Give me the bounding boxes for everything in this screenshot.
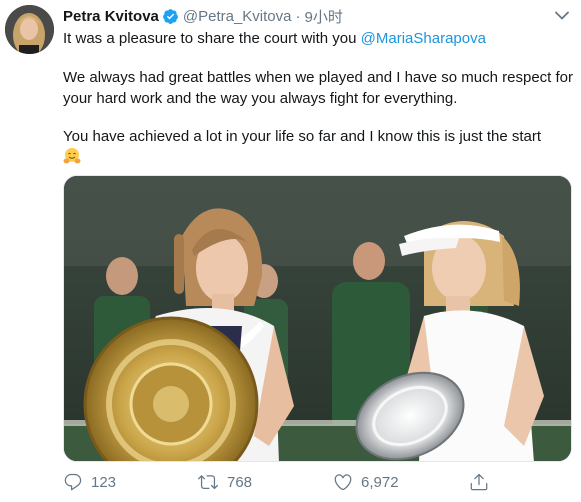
reply-button[interactable]: 123 xyxy=(63,470,116,494)
share-icon xyxy=(470,473,488,491)
reply-count: 123 xyxy=(91,473,117,491)
share-button[interactable] xyxy=(469,470,489,494)
verified-badge-icon xyxy=(162,8,179,25)
like-count: 6,972 xyxy=(361,473,399,491)
separator-dot: · xyxy=(295,7,301,25)
mention-link[interactable]: @MariaSharapova xyxy=(361,30,486,47)
author-name[interactable]: Petra Kvitova xyxy=(63,8,159,25)
author-handle[interactable]: @Petra_Kvitova xyxy=(183,8,292,25)
chevron-down-icon[interactable] xyxy=(552,6,572,24)
reply-icon xyxy=(64,473,82,491)
tweet-text-prefix: It was a pleasure to share the court wit… xyxy=(63,30,361,47)
like-button[interactable]: 6,972 xyxy=(333,470,399,494)
tweet-photo[interactable] xyxy=(63,175,572,462)
retweet-icon xyxy=(198,475,218,490)
tweet-text-paragraph3: You have achieved a lot in your life so … xyxy=(63,126,573,171)
retweet-count: 768 xyxy=(227,473,253,491)
tweet-timestamp[interactable]: 9小时 xyxy=(305,6,343,27)
heart-icon xyxy=(334,474,352,491)
tweet-text-line1: It was a pleasure to share the court wit… xyxy=(63,28,573,49)
tweet-text-paragraph2: We always had great battles when we play… xyxy=(63,69,574,107)
tweet-header: Petra Kvitova @Petra_Kvitova · 9小时 xyxy=(63,6,343,26)
tweet-text-paragraph3-body: You have achieved a lot in your life so … xyxy=(63,128,542,145)
author-avatar[interactable] xyxy=(5,5,54,54)
hugging-face-emoji-icon xyxy=(63,147,81,171)
tweet-actions: 123 768 6,972 xyxy=(63,470,563,494)
retweet-button[interactable]: 768 xyxy=(197,470,252,494)
